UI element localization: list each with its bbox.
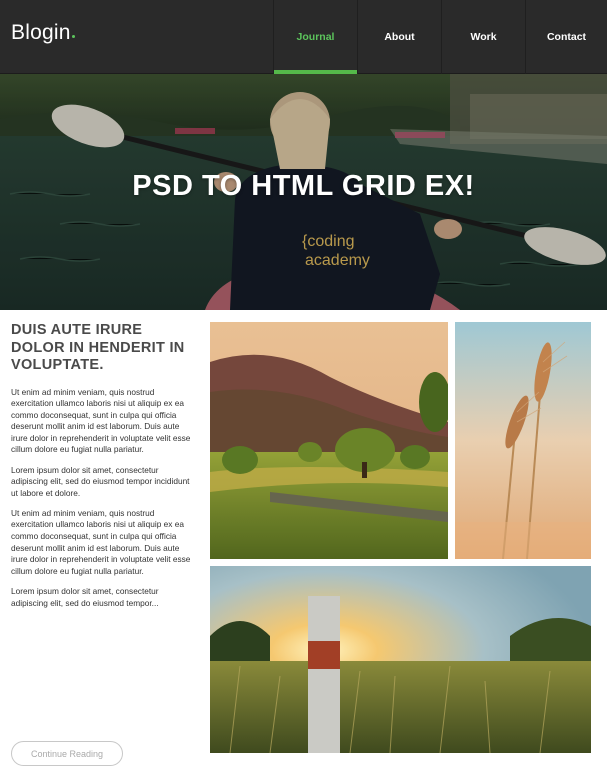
article-column: DUIS AUTE IRURE DOLOR IN HENDERIT IN VOL… xyxy=(11,322,196,618)
nav-item-label: About xyxy=(384,31,415,43)
article-paragraph: Ut enim ad minim veniam, quis nostrud ex… xyxy=(11,386,191,455)
sunset-field-photo xyxy=(210,566,591,753)
nav-item-about[interactable]: About xyxy=(357,0,441,74)
nav-item-label: Contact xyxy=(546,31,587,43)
nav-item-work[interactable]: Work xyxy=(441,0,525,74)
valley-image xyxy=(210,322,448,559)
sunset-post-image xyxy=(210,566,591,753)
article-paragraph: Lorem ipsum dolor sit amet, consectetur … xyxy=(11,464,190,498)
article-paragraph: Lorem ipsum dolor sit amet, consectetur … xyxy=(11,585,159,608)
wheat-image xyxy=(455,322,591,559)
article-title: DUIS AUTE IRURE DOLOR IN HENDERIT IN VOL… xyxy=(11,322,185,373)
nav-item-contact[interactable]: Contact xyxy=(525,0,607,74)
site-logo[interactable]: Blogin xyxy=(11,21,71,45)
hero-title: PSD TO HTML GRID EX! xyxy=(132,170,475,202)
wheat-photo xyxy=(455,322,591,559)
nav-item-label: Work xyxy=(470,31,497,43)
logo-dot-icon xyxy=(72,35,75,38)
nav-item-label: Journal xyxy=(296,31,335,43)
continue-reading-button[interactable]: Continue Reading xyxy=(11,741,123,766)
article-paragraph: Ut enim ad minim veniam, quis nostrud ex… xyxy=(11,507,191,576)
hero-banner: {coding academy PSD TO HTML GRID EX! xyxy=(0,74,607,310)
nav-item-journal[interactable]: Journal xyxy=(273,0,357,74)
landscape-photo xyxy=(210,322,448,559)
top-navigation: Blogin Journal About Work Contact xyxy=(0,0,607,74)
